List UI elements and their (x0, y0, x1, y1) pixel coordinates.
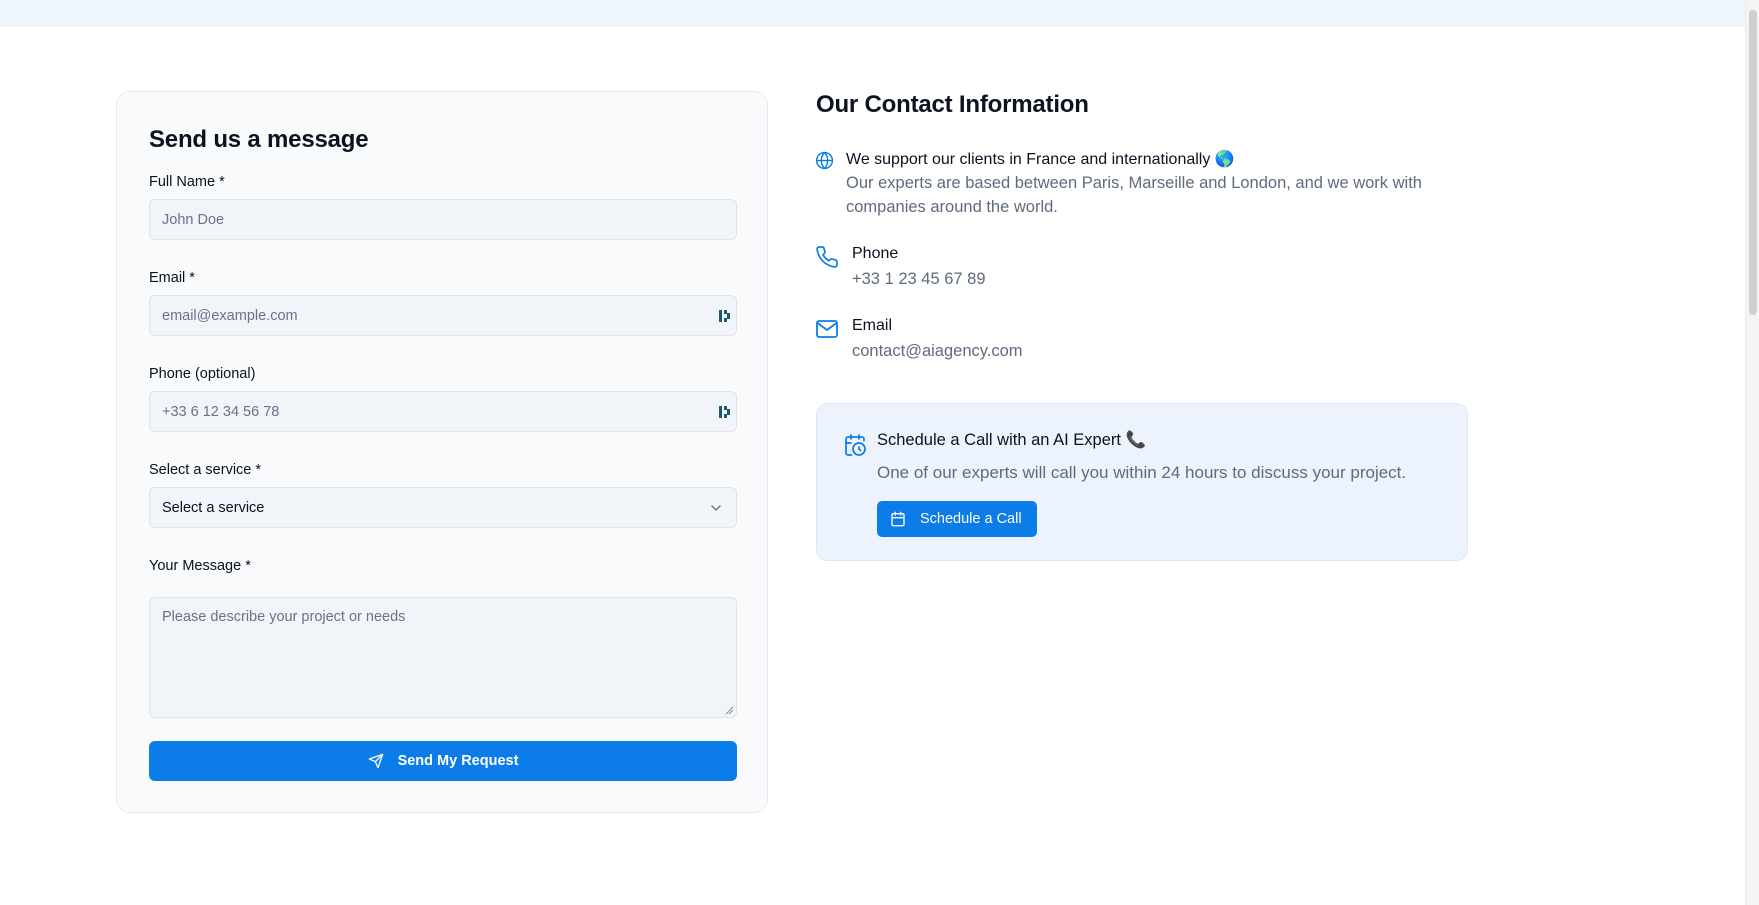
calendar-clock-icon (845, 434, 866, 456)
schedule-call-card: Schedule a Call with an AI Expert 📞 One … (816, 403, 1468, 561)
full-name-label: Full Name * (149, 174, 225, 190)
message-label: Your Message * (149, 558, 251, 574)
send-request-label: Send My Request (397, 753, 519, 769)
message-textarea[interactable]: Please describe your project or needs (149, 597, 737, 718)
service-label: Select a service * (149, 462, 262, 478)
phone-label: Phone (optional) (149, 366, 256, 382)
email-heading: Email (852, 317, 893, 334)
full-name-input[interactable]: John Doe (149, 199, 737, 240)
service-select[interactable]: Select a service (149, 487, 737, 528)
message-placeholder: Please describe your project or needs (162, 609, 406, 625)
chevron-down-icon (711, 505, 721, 511)
phone-heading: Phone (852, 245, 899, 262)
phone-placeholder: +33 6 12 34 56 78 (162, 404, 280, 420)
vertical-scrollbar[interactable] (1745, 0, 1759, 905)
phone-input[interactable]: +33 6 12 34 56 78 (149, 391, 737, 432)
phone-icon (816, 246, 838, 268)
contact-form-card: Send us a message Full Name * John Doe E… (116, 91, 768, 813)
autofill-extension-icon[interactable] (718, 404, 732, 420)
schedule-call-button[interactable]: Schedule a Call (877, 501, 1037, 537)
support-text: Our experts are based between Paris, Mar… (846, 174, 1422, 216)
schedule-title: Schedule a Call with an AI Expert 📞 (877, 431, 1147, 449)
globe-icon (815, 151, 834, 170)
top-banner-band (0, 0, 1745, 27)
support-heading: We support our clients in France and int… (846, 151, 1235, 168)
schedule-call-label: Schedule a Call (920, 511, 1022, 527)
email-value[interactable]: contact@aiagency.com (852, 339, 1023, 363)
email-input[interactable]: email@example.com (149, 295, 737, 336)
phone-value[interactable]: +33 1 23 45 67 89 (852, 267, 986, 291)
mail-icon (816, 320, 838, 338)
calendar-icon (891, 511, 905, 527)
send-icon (368, 753, 383, 769)
email-label: Email * (149, 270, 195, 286)
email-placeholder: email@example.com (162, 308, 298, 324)
scrollbar-thumb[interactable] (1749, 10, 1757, 315)
contact-info-title: Our Contact Information (816, 91, 1089, 118)
autofill-extension-icon[interactable] (718, 308, 732, 324)
resize-grip-icon[interactable] (724, 705, 734, 715)
form-title: Send us a message (149, 126, 369, 153)
service-selected-value: Select a service (162, 500, 265, 516)
full-name-placeholder: John Doe (162, 212, 225, 228)
send-request-button[interactable]: Send My Request (149, 741, 737, 781)
schedule-text: One of our experts will call you within … (877, 463, 1407, 482)
